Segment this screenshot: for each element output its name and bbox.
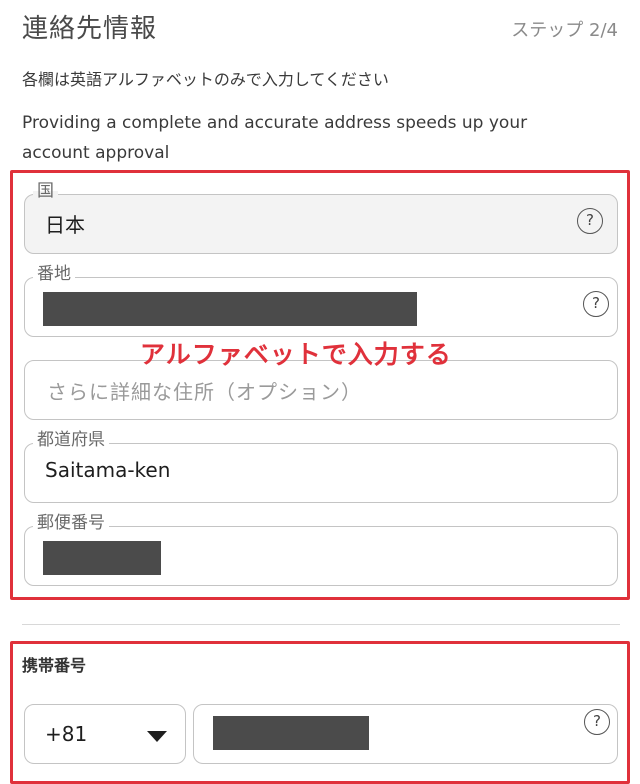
annotation-text: アルファベットで入力する [140,340,452,369]
redacted-street-value [43,292,417,326]
prefecture-field[interactable]: 都道府県 Saitama-ken [24,430,618,503]
country-value: 日本 [45,213,85,237]
street-address-label: 番地 [33,264,75,284]
help-icon[interactable]: ? [577,208,603,234]
mobile-number-field[interactable]: ? [193,704,618,764]
redacted-postal-code [43,541,161,575]
step-indicator: ステップ 2/4 [511,20,618,41]
address-description: Providing a complete and accurate addres… [22,113,528,163]
help-icon[interactable]: ? [584,709,610,735]
help-icon[interactable]: ? [583,291,609,317]
page-title: 連絡先情報 [22,14,158,44]
contact-info-page: 連絡先情報 ステップ 2/4 各欄は英語アルファベットのみで入力してください P… [0,0,640,784]
prefecture-label: 都道府県 [33,430,109,450]
postal-code-label: 郵便番号 [33,513,109,533]
mobile-number-label: 携帯番号 [22,656,87,675]
country-code-value: +81 [45,722,88,746]
caret-down-icon [147,731,167,742]
section-divider [22,624,620,625]
input-instruction: 各欄は英語アルファベットのみで入力してください [22,70,389,89]
address-line2-placeholder: さらに詳細な住所（オプション） [47,380,362,404]
country-code-select[interactable]: +81 [24,704,186,764]
redacted-mobile-number [213,716,369,750]
prefecture-value: Saitama-ken [45,458,171,482]
country-field[interactable]: 国 日本 ? [24,181,618,254]
street-address-field[interactable]: 番地 ? [24,264,618,337]
postal-code-field[interactable]: 郵便番号 [24,513,618,586]
country-label: 国 [33,181,58,201]
